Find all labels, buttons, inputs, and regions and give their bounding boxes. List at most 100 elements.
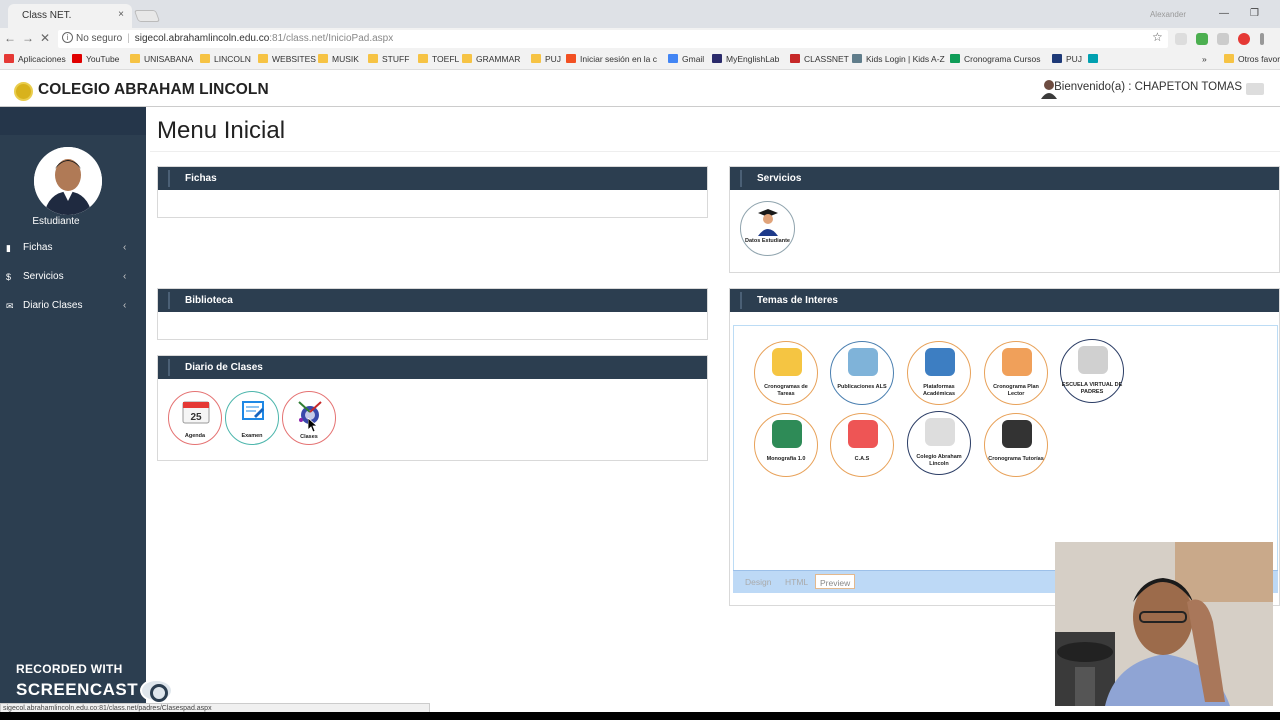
other-bookmarks-folder[interactable]: Otros favor [1224, 54, 1280, 64]
sidebar: Estudiante ▮ Fichas ‹ $ Servicios ‹ ✉ Diario Cl… [0, 107, 146, 720]
bookmark-item[interactable]: YouTube [72, 54, 119, 64]
bookmarks-overflow-icon[interactable]: » [1202, 54, 1207, 64]
tema-label: ESCUELA VIRTUAL DE PADRES [1061, 382, 1123, 395]
tema-label: Monografía 1.0 [766, 456, 806, 462]
bookmark-label: Gmail [682, 54, 705, 64]
folder-icon [368, 54, 378, 63]
bookmark-item[interactable]: MyEnglishLab [712, 54, 779, 64]
calendar-icon: 25 [182, 401, 210, 424]
editor-tab-design[interactable]: Design [741, 574, 775, 589]
bookmark-star-icon[interactable]: ☆ [1152, 30, 1163, 44]
tema-button[interactable]: Plataformas Académicas [907, 341, 971, 405]
tab-close-icon[interactable]: × [118, 9, 124, 20]
new-tab-button[interactable] [133, 10, 161, 22]
book-icon: ▮ [6, 243, 11, 253]
graduate-icon [758, 209, 778, 236]
tema-button[interactable]: Cronograma Plan Lector [984, 341, 1048, 405]
school-logo-icon [14, 82, 33, 101]
bookmark-label: MUSIK [332, 54, 359, 64]
restore-icon[interactable]: ❐ [1250, 8, 1259, 19]
folder-icon [1224, 54, 1234, 63]
bookmark-item[interactable]: TOEFL [418, 54, 459, 64]
sidebar-item-fichas[interactable]: ▮ Fichas ‹ [0, 235, 146, 263]
panel-diario: Diario de Clases 25 Agenda Examen Clases [157, 355, 708, 461]
tema-button[interactable]: ESCUELA VIRTUAL DE PADRES [1060, 339, 1124, 403]
bookmark-item[interactable]: UNISABANA [130, 54, 193, 64]
tema-label: Publicaciones ALS [837, 384, 887, 390]
extension-icon[interactable] [1175, 33, 1187, 45]
kids-icon [852, 54, 862, 63]
datos-estudiante-button[interactable]: Datos Estudiante [740, 201, 795, 256]
folder-icon [318, 54, 328, 63]
bookmark-item[interactable]: MUSIK [318, 54, 359, 64]
back-icon[interactable]: ← [4, 31, 16, 45]
bookmark-item[interactable]: GRAMMAR [462, 54, 520, 64]
browser-tabstrip: Class NET. × Alexander — ❐ [0, 0, 1280, 28]
school-name: COLEGIO ABRAHAM LINCOLN [38, 81, 269, 98]
folder-icon [531, 54, 541, 63]
browser-tab[interactable]: Class NET. × [8, 4, 132, 28]
tema-button[interactable]: C.A.S [830, 413, 894, 477]
tema-icon [1078, 346, 1108, 374]
bookmark-item[interactable]: WEBSITES [258, 54, 316, 64]
bookmark-item[interactable]: CLASSNET [790, 54, 849, 64]
folder-icon [130, 54, 140, 63]
sidebar-item-label: Servicios [23, 271, 64, 282]
recorder-label: RECORDED WITH [16, 662, 123, 676]
bookmarks-bar: Aplicaciones YouTube UNISABANA LINCOLN WEBSI… [0, 50, 1280, 70]
agenda-label: Agenda [184, 433, 206, 439]
microsoft-icon [566, 54, 576, 63]
tema-label: Cronogramas de Tareas [764, 384, 808, 397]
sidebar-item-servicios[interactable]: $ Servicios ‹ [0, 264, 146, 292]
sheets-icon [950, 54, 960, 63]
user-photo-thumb[interactable] [1246, 83, 1264, 95]
stop-icon[interactable]: ✕ [40, 31, 50, 45]
agenda-button[interactable]: 25 Agenda [168, 391, 222, 445]
tema-button[interactable]: Publicaciones ALS [830, 341, 894, 405]
extension-evernote-icon[interactable] [1196, 33, 1208, 45]
sidebar-item-label: Diario Clases [23, 300, 83, 311]
url-domain: sigecol.abrahamlincoln.edu.co [134, 33, 270, 44]
bookmark-item[interactable]: STUFF [368, 54, 409, 64]
folder-icon [418, 54, 428, 63]
bookmark-item[interactable]: Iniciar sesión en la c [566, 54, 657, 64]
tema-label: Cronograma Plan Lector [993, 384, 1039, 397]
bookmark-item[interactable]: Aplicaciones [4, 54, 66, 64]
tema-button[interactable]: Cronogramas de Tareas [754, 341, 818, 405]
forward-icon[interactable]: → [22, 31, 34, 45]
tema-label: Cronograma Tutorías [988, 456, 1044, 462]
info-icon[interactable]: i [62, 32, 73, 43]
sidebar-item-diario-clases[interactable]: ✉ Diario Clases ‹ [0, 293, 146, 321]
mouse-cursor-icon [308, 418, 318, 432]
editor-tab-html[interactable]: HTML [781, 574, 812, 589]
editor-tab-preview[interactable]: Preview [815, 574, 856, 589]
menu-kebab-icon[interactable] [1260, 33, 1264, 45]
panel-biblioteca: Biblioteca [157, 288, 708, 340]
url-bar[interactable]: i No seguro | sigecol.abrahamlincoln.edu.c… [58, 30, 1168, 48]
tema-button[interactable]: Colegio Abraham Lincoln [907, 411, 971, 475]
bookmark-item[interactable]: LINCOLN [200, 54, 251, 64]
bookmark-label: PUJ [1066, 54, 1083, 64]
profile-chip[interactable]: Alexander [1150, 10, 1186, 19]
welcome-text[interactable]: Bienvenido(a) : CHAPETON TOMAS [1054, 81, 1242, 93]
extension-opera-icon[interactable] [1238, 33, 1250, 45]
panel-diario-header: Diario de Clases [158, 356, 707, 379]
bookmark-item[interactable]: PUJ [531, 54, 561, 64]
puj-icon [1052, 54, 1062, 63]
bookmark-item[interactable]: PUJ [1052, 54, 1082, 64]
panel-servicios-header: Servicios [730, 167, 1279, 190]
minimize-icon[interactable]: — [1219, 8, 1229, 19]
taskbar-strip [0, 712, 1280, 720]
tema-button[interactable]: Monografía 1.0 [754, 413, 818, 477]
bookmark-item[interactable]: Kids Login | Kids A-Z [852, 54, 945, 64]
extension-cast-icon[interactable] [1217, 33, 1229, 45]
bookmark-item[interactable] [1088, 54, 1102, 64]
bookmark-item[interactable]: Cronograma Cursos [950, 54, 1041, 64]
bookmark-item[interactable]: Gmail [668, 54, 704, 64]
app-header: COLEGIO ABRAHAM LINCOLN Bienvenido(a) : … [0, 71, 1280, 107]
examen-button[interactable]: Examen [225, 391, 279, 445]
browser-toolbar: ← → ✕ i No seguro | sigecol.abrahamlincoln… [0, 28, 1280, 50]
bookmark-label: STUFF [382, 54, 410, 64]
bookmark-label: LINCOLN [214, 54, 251, 64]
tema-button[interactable]: Cronograma Tutorías [984, 413, 1048, 477]
